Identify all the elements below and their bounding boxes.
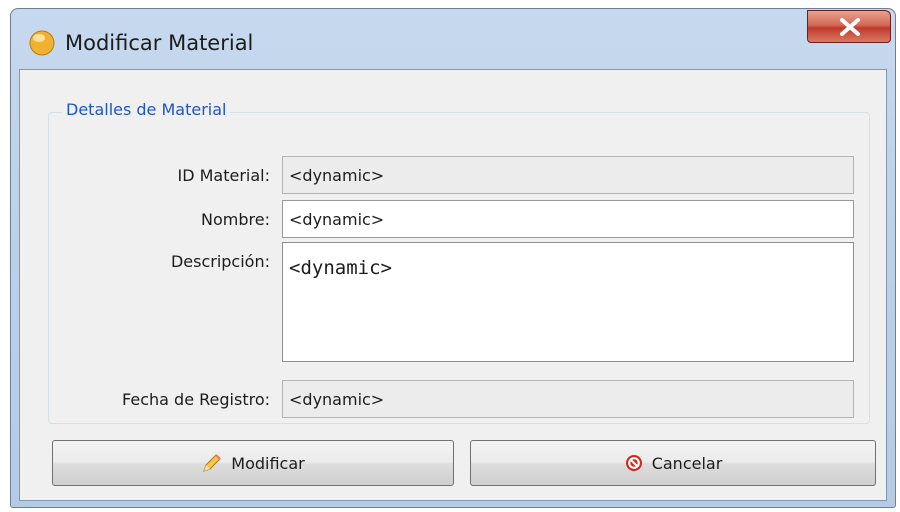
id-material-field: <dynamic> [282, 156, 854, 194]
close-button[interactable] [807, 10, 891, 43]
nombre-field[interactable]: <dynamic> [282, 200, 854, 238]
descripcion-textarea[interactable]: <dynamic> [282, 242, 854, 362]
fecha-registro-field: <dynamic> [282, 380, 854, 418]
stop-icon [624, 453, 644, 473]
dialog-content: Detalles de Material ID Material: <dynam… [19, 69, 887, 501]
cancelar-button[interactable]: Cancelar [470, 440, 876, 486]
pencil-icon [201, 452, 223, 474]
modificar-button[interactable]: Modificar [52, 440, 454, 486]
dialog-window: Modificar Material Detalles de Material … [10, 8, 896, 508]
window-title: Modificar Material [65, 31, 254, 55]
title-bar[interactable]: Modificar Material [11, 9, 895, 71]
modificar-button-label: Modificar [231, 453, 305, 473]
cancelar-button-label: Cancelar [651, 453, 723, 473]
group-legend: Detalles de Material [62, 100, 231, 119]
id-material-label: ID Material: [177, 166, 270, 185]
nombre-label: Nombre: [201, 210, 270, 229]
app-icon [27, 27, 57, 57]
descripcion-label: Descripción: [170, 252, 270, 271]
fecha-registro-label: Fecha de Registro: [122, 390, 270, 409]
